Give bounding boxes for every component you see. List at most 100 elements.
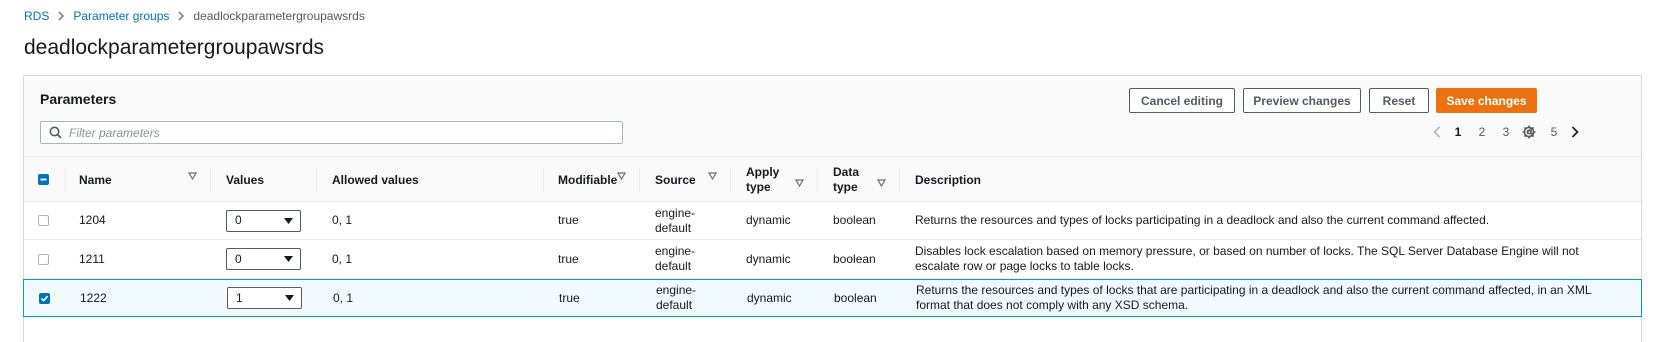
column-divider	[639, 168, 640, 192]
allowed-values: 0, 1	[332, 251, 353, 266]
allowed-values: 0, 1	[332, 213, 353, 227]
parameter-name: 1204	[79, 213, 106, 227]
column-header-modifiable-label: Modifiable	[558, 172, 618, 187]
sort-name-icon[interactable]	[188, 172, 197, 180]
save-changes-button[interactable]: Save changes	[1436, 88, 1537, 113]
caret-down-icon	[284, 256, 293, 262]
column-divider	[65, 168, 66, 192]
breadcrumb: RDS Parameter groups deadlockparametergr…	[24, 8, 365, 24]
gear-icon[interactable]	[1518, 121, 1540, 143]
page-5-link[interactable]: 5	[1542, 125, 1566, 139]
column-header-allowed-values-label: Allowed values	[332, 172, 419, 187]
row-checkbox[interactable]	[38, 253, 49, 265]
filter-parameters-input[interactable]	[69, 125, 609, 140]
value-select-cell: 1	[227, 280, 302, 316]
chevron-right-icon	[177, 11, 185, 21]
sort-modifiable-icon[interactable]	[617, 172, 626, 180]
description-line2: escalate row or page locks to table lock…	[915, 259, 1134, 273]
sort-data-type-icon[interactable]	[877, 179, 886, 187]
filter-parameters-search	[40, 121, 623, 144]
column-divider	[817, 168, 818, 192]
description-line2: format that does not comply with any XSD…	[916, 298, 1189, 312]
column-header-description[interactable]: Description	[915, 157, 981, 202]
column-header-data-type-label-line1: Data	[833, 164, 860, 179]
select-all-checkbox[interactable]	[38, 174, 49, 185]
table-row[interactable]: 1204 0 0, 1 true engine- default dynamic…	[24, 202, 1641, 240]
page-2-link[interactable]: 2	[1470, 125, 1494, 139]
value-select-text: 0	[235, 213, 242, 227]
column-header-data-type-label-line2: type	[833, 179, 858, 194]
apply-type-value: dynamic	[746, 251, 791, 266]
column-header-values-label: Values	[226, 172, 265, 187]
pagination: 1 2 3 4 5	[1428, 121, 1584, 143]
table-row[interactable]: 1211 0 0, 1 true engine- default dynamic…	[24, 240, 1641, 279]
data-type-value: boolean	[834, 290, 877, 305]
description-value: Returns the resources and types of locks…	[915, 202, 1489, 239]
cancel-editing-button[interactable]: Cancel editing	[1129, 88, 1235, 113]
reset-button[interactable]: Reset	[1369, 88, 1429, 113]
page-title: deadlockparametergroupawsrds	[24, 36, 324, 59]
parameters-panel-title: Parameters	[40, 91, 117, 107]
column-header-name-label: Name	[79, 172, 112, 187]
modifiable-value: true	[559, 290, 580, 305]
apply-type-value: dynamic	[746, 213, 791, 227]
parameters-panel-header: Parameters Cancel editing Preview change…	[24, 76, 1641, 157]
source-line1: engine-	[655, 205, 696, 220]
chevron-right-icon	[57, 11, 65, 21]
sort-apply-type-icon[interactable]	[795, 179, 804, 187]
description-line1: Returns the resources and types of locks…	[915, 213, 1490, 227]
column-header-source[interactable]: Source	[655, 157, 696, 202]
data-type-value: boolean	[833, 213, 876, 227]
source-value: engine- default	[656, 280, 696, 316]
preview-changes-button[interactable]: Preview changes	[1243, 88, 1361, 113]
row-checkbox-cell	[38, 240, 49, 278]
source-line2: default	[656, 298, 693, 312]
column-header-name[interactable]: Name	[79, 157, 112, 202]
column-header-description-label: Description	[915, 172, 982, 187]
value-select[interactable]: 1	[227, 287, 302, 309]
source-value: engine- default	[655, 202, 695, 239]
caret-down-icon	[284, 217, 293, 224]
column-header-values[interactable]: Values	[226, 157, 264, 202]
column-header-source-label: Source	[655, 172, 696, 187]
source-line2: default	[655, 259, 692, 273]
column-header-apply-type-label-line2: type	[746, 179, 771, 194]
caret-down-icon	[285, 295, 294, 301]
value-select[interactable]: 0	[226, 248, 301, 270]
column-header-modifiable[interactable]: Modifiable	[558, 157, 617, 202]
search-icon	[41, 126, 69, 139]
row-checkbox-cell	[39, 280, 50, 316]
value-select-cell: 0	[226, 240, 301, 278]
column-header-apply-type[interactable]: Apply type	[746, 157, 779, 202]
column-header-apply-type-label-line1: Apply	[746, 164, 780, 179]
column-header-allowed-values[interactable]: Allowed values	[332, 157, 419, 202]
page-1-link[interactable]: 1	[1446, 125, 1470, 139]
column-divider	[543, 168, 544, 192]
breadcrumb-current: deadlockparametergroupawsrds	[193, 9, 365, 23]
value-select-text: 0	[235, 251, 242, 266]
value-select[interactable]: 0	[226, 209, 301, 232]
source-line1: engine-	[656, 283, 697, 297]
sort-source-icon[interactable]	[708, 172, 717, 180]
value-select-text: 1	[236, 290, 243, 305]
previous-page-icon[interactable]	[1428, 121, 1446, 143]
row-checkbox-checked[interactable]	[39, 292, 50, 304]
column-divider	[899, 168, 900, 192]
modifiable-value: true	[558, 213, 579, 227]
checkmark-icon	[40, 295, 49, 302]
next-page-icon[interactable]	[1566, 121, 1584, 143]
parameters-panel: Parameters Cancel editing Preview change…	[23, 75, 1642, 342]
breadcrumb-parameter-groups-link[interactable]: Parameter groups	[73, 9, 169, 23]
breadcrumb-rds-link[interactable]: RDS	[24, 9, 49, 23]
allowed-values: 0, 1	[333, 290, 354, 305]
row-checkbox[interactable]	[38, 215, 49, 226]
source-line2: default	[655, 220, 692, 235]
description-line1: Disables lock escalation based on memory…	[915, 244, 1579, 258]
description-value: Disables lock escalation based on memory…	[915, 240, 1579, 278]
source-line1: engine-	[655, 244, 696, 258]
column-header-data-type[interactable]: Data type	[833, 157, 859, 202]
column-divider	[730, 168, 731, 192]
table-header: Name Values Allowed values Modifiable So…	[24, 157, 1641, 202]
page-3-link[interactable]: 3	[1494, 125, 1518, 139]
table-row-selected[interactable]: 1222 1 0, 1 true engine- default dynamic…	[23, 279, 1642, 317]
